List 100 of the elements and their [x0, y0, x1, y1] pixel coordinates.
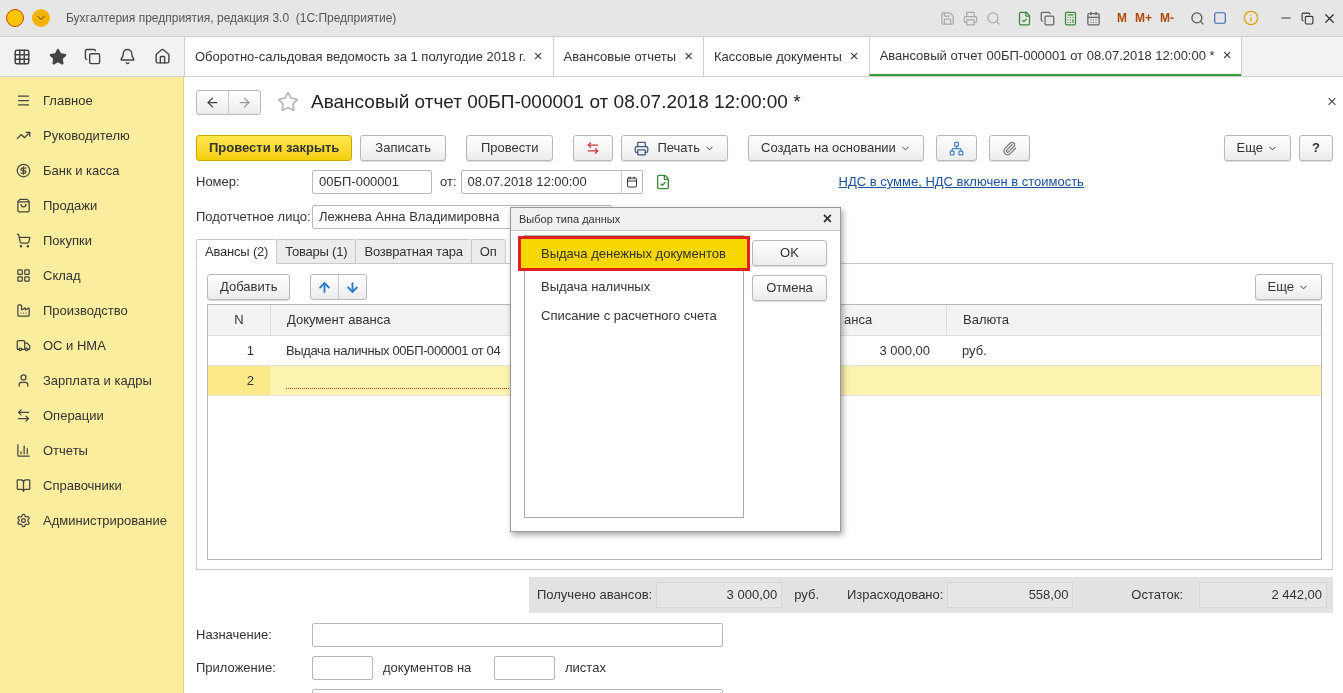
table-cell-text: 1: [245, 341, 255, 360]
list-item[interactable]: Списание с расчетного счета: [525, 301, 743, 330]
move-down-icon[interactable]: [345, 279, 361, 295]
sidebar-item[interactable]: Покупки: [0, 223, 183, 258]
sidebar-item[interactable]: Главное: [0, 83, 183, 118]
structure-icon: [948, 140, 964, 156]
sidebar-item[interactable]: Продажи: [0, 188, 183, 223]
field-label: Номер:: [196, 173, 241, 192]
sidebar-item[interactable]: Отчеты: [0, 433, 183, 468]
bar-chart-icon: [16, 443, 31, 458]
truck-icon: [16, 338, 31, 353]
sidebar-item[interactable]: Производство: [0, 293, 183, 328]
sidebar-item[interactable]: Операции: [0, 398, 183, 433]
post-and-close-button[interactable]: Провести и закрыть: [196, 135, 353, 161]
attach-button[interactable]: [988, 135, 1030, 161]
memory-button[interactable]: M-: [1160, 9, 1174, 27]
table-cell: 2: [208, 366, 270, 395]
form-tab[interactable]: Возвратная тара: [355, 239, 472, 264]
create-based-on-button[interactable]: Создать на основании: [748, 135, 924, 161]
memory-button[interactable]: M+: [1135, 9, 1152, 27]
list-item[interactable]: Выдача денежных документов: [521, 239, 747, 268]
ok-button[interactable]: OK: [752, 240, 827, 266]
sidebar-item[interactable]: Администрирование: [0, 503, 183, 538]
calendar-icon[interactable]: [1086, 10, 1101, 26]
currency-label: руб.: [794, 586, 819, 605]
print-button[interactable]: Печать: [621, 135, 728, 161]
favorite-star-icon[interactable]: [277, 91, 299, 113]
app-logo-icon: [6, 9, 24, 27]
documents-count-field[interactable]: [312, 656, 373, 680]
sheets-count-field[interactable]: [494, 656, 555, 680]
help-button[interactable]: ?: [1299, 135, 1333, 161]
date-field[interactable]: 08.07.2018 12:00:00: [460, 170, 643, 194]
number-field[interactable]: 00БП-000001: [312, 170, 432, 194]
sidebar-item[interactable]: Руководителю: [0, 118, 183, 153]
window-tab[interactable]: Оборотно-сальдовая ведомость за 1 полугодие 2018 г. ×: [184, 37, 553, 76]
structure-button[interactable]: [935, 135, 977, 161]
form-tab[interactable]: Оп: [470, 239, 506, 264]
window-tab[interactable]: Кассовые документы ×: [702, 37, 869, 76]
field-label: Назначение:: [196, 626, 273, 645]
close-tab-button[interactable]: ×: [533, 45, 543, 68]
more-button[interactable]: Еще: [1223, 135, 1292, 161]
bag-icon: [16, 198, 31, 213]
panel-icon[interactable]: [1213, 11, 1227, 25]
sidebar-item[interactable]: Склад: [0, 258, 183, 293]
memory-button[interactable]: M: [1117, 9, 1127, 27]
table-more-button[interactable]: Еще: [1254, 274, 1322, 300]
home-icon[interactable]: [154, 48, 172, 65]
copy-icon[interactable]: [1040, 10, 1055, 26]
dialog-close-button[interactable]: ×: [822, 207, 832, 231]
received-label: Получено авансов:: [537, 586, 653, 605]
table-cell-text: Выдача наличных 00БП-000001 от 04: [285, 341, 502, 360]
sidebar-item[interactable]: Банк и касса: [0, 153, 183, 188]
apps-icon[interactable]: [12, 47, 31, 66]
person-icon: [16, 373, 31, 388]
back-icon[interactable]: [205, 94, 220, 110]
arrows-icon: [16, 408, 31, 423]
toolbar-button[interactable]: Провести: [465, 135, 554, 161]
ledger-button[interactable]: [573, 135, 614, 161]
close-tab-button[interactable]: ×: [849, 45, 859, 68]
table-cell-text: 3 000,00: [878, 341, 931, 360]
close-tab-button[interactable]: ×: [684, 45, 693, 68]
sidebar-item[interactable]: Зарплата и кадры: [0, 363, 183, 398]
window-tab[interactable]: Авансовый отчет 00БП-000001 от 08.07.2018 12:00:00 * ×: [868, 37, 1242, 76]
spent-label: Израсходовано:: [847, 586, 944, 605]
zoom-icon[interactable]: [1190, 10, 1205, 26]
settings-icon: [16, 513, 31, 528]
form-tab[interactable]: Товары (1): [276, 239, 357, 264]
column-header[interactable]: N: [208, 305, 270, 335]
restore-icon[interactable]: [1301, 11, 1314, 25]
column-header[interactable]: Валюта: [946, 305, 1321, 335]
paperclip-icon: [1001, 140, 1017, 156]
window-tab[interactable]: Авансовые отчеты ×: [552, 37, 703, 76]
close-document-button[interactable]: ×: [1327, 89, 1337, 115]
received-field: 3 000,00: [656, 582, 783, 608]
cancel-button[interactable]: Отмена: [752, 275, 827, 301]
close-tab-button[interactable]: ×: [1222, 44, 1232, 67]
bell-icon[interactable]: [119, 48, 137, 65]
toolbar-button[interactable]: Записать: [360, 135, 446, 161]
purpose-field[interactable]: [312, 623, 723, 647]
rest-label: Остаток:: [1131, 586, 1183, 605]
field-label: Приложение:: [196, 659, 277, 678]
star-icon[interactable]: [48, 47, 67, 66]
menu-icon: [16, 93, 31, 108]
list-item[interactable]: Выдача наличных: [525, 272, 743, 301]
field-label: листах: [565, 659, 606, 678]
table-cell-text: руб.: [961, 341, 988, 360]
vat-link[interactable]: НДС в сумме, НДС включен в стоимость: [838, 172, 1084, 192]
book-icon: [16, 478, 31, 493]
move-up-icon[interactable]: [317, 279, 333, 295]
calculator-icon[interactable]: [1063, 10, 1078, 26]
spent-field: 558,00: [947, 582, 1074, 608]
form-tab[interactable]: Авансы (2): [196, 239, 278, 264]
document-check-icon[interactable]: [654, 174, 671, 190]
calendar-icon: [625, 176, 638, 188]
document-icon[interactable]: [1017, 10, 1032, 26]
field-label: документов на: [383, 659, 473, 678]
add-button[interactable]: Добавить: [207, 274, 291, 300]
sidebar-item[interactable]: ОС и НМА: [0, 328, 183, 363]
sidebar-item[interactable]: Справочники: [0, 468, 183, 503]
forward-icon[interactable]: [237, 94, 252, 110]
